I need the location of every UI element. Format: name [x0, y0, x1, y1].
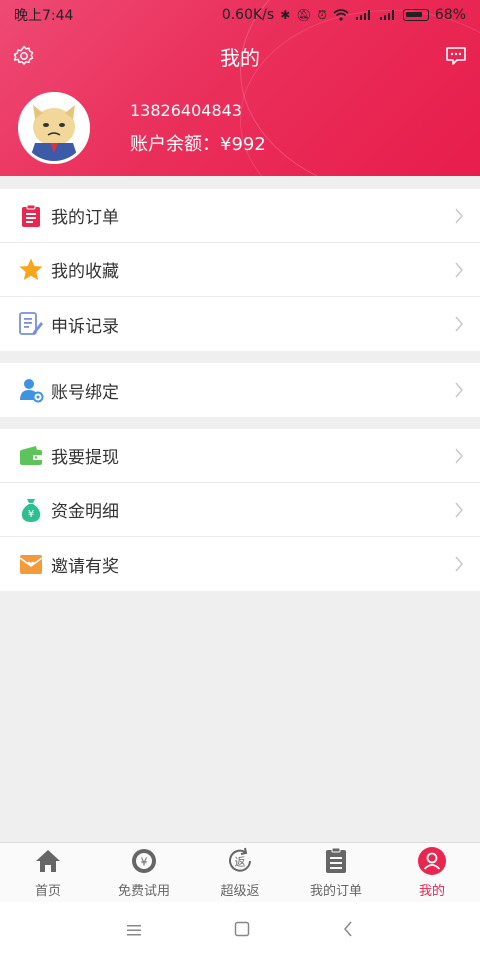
status-bar: 晚上7:44 0.60K/s ✱ 🔕︎ ⏰︎ 68% — [0, 0, 480, 30]
tab-label: 我的 — [418, 884, 445, 899]
back-button[interactable] — [342, 921, 354, 941]
user-phone: 13826404843 — [130, 101, 242, 120]
menu-item-appeals[interactable]: 申诉记录 — [0, 297, 480, 351]
battery-level: 68% — [434, 7, 466, 23]
tab-free-trial[interactable]: ¥ 免费试用 — [96, 843, 192, 902]
menu-button[interactable] — [126, 922, 142, 941]
return-icon: 返 — [225, 846, 255, 876]
system-nav-bar — [0, 902, 480, 960]
gear-icon — [13, 45, 34, 65]
alarm-icon: ⏰︎ — [317, 7, 327, 22]
top-nav: 我的 — [0, 36, 480, 76]
home-button[interactable] — [234, 921, 250, 941]
tab-super-return[interactable]: 返 超级返 — [192, 843, 288, 902]
menu-item-invite-rewards[interactable]: 邀请有奖 — [0, 537, 480, 591]
message-button[interactable] — [442, 42, 470, 70]
menu-item-label: 邀请有奖 — [51, 556, 119, 577]
menu-item-label: 我的收藏 — [51, 262, 119, 282]
yuan-cycle-icon: ¥ — [129, 846, 159, 876]
tab-mine[interactable]: 我的 — [384, 843, 480, 902]
svg-text:¥: ¥ — [28, 509, 34, 520]
menu-group-funds: 我要提现 ¥ 资金明细 邀请有奖 — [0, 429, 480, 591]
chevron-right-icon — [455, 502, 463, 518]
signal-icon — [379, 10, 394, 20]
menu-group-orders: 我的订单 我的收藏 申诉记录 — [0, 189, 480, 351]
status-time: 晚上7:44 — [14, 8, 74, 24]
page-title: 我的 — [220, 45, 260, 70]
person-icon — [417, 846, 447, 876]
svg-text:返: 返 — [235, 856, 246, 869]
menu-item-label: 我的订单 — [51, 208, 119, 228]
tab-home[interactable]: 首页 — [0, 843, 96, 902]
chevron-right-icon — [455, 382, 463, 398]
wallet-icon — [18, 443, 44, 469]
mute-icon: 🔕︎ — [296, 8, 312, 22]
profile-header: 晚上7:44 0.60K/s ✱ 🔕︎ ⏰︎ 68% 我的 1382640484… — [0, 0, 480, 176]
bottom-tab-bar: 首页 ¥ 免费试用 返 超级返 我的订单 我的 — [0, 842, 480, 902]
avatar-image — [21, 95, 87, 161]
svg-text:¥: ¥ — [141, 856, 148, 869]
chevron-right-icon — [455, 316, 463, 332]
clipboard-icon — [321, 846, 351, 876]
wifi-icon — [333, 9, 349, 21]
menu-group-account: 账号绑定 — [0, 363, 480, 417]
back-icon — [344, 921, 352, 937]
tab-label: 我的订单 — [309, 884, 362, 899]
menu-icon — [127, 924, 141, 935]
bluetooth-icon: ✱ — [280, 8, 291, 22]
menu-item-withdraw[interactable]: 我要提现 — [0, 429, 480, 483]
message-icon — [446, 47, 466, 65]
settings-button[interactable] — [10, 42, 38, 70]
square-icon — [234, 921, 250, 937]
network-speed: 0.60K/s — [221, 7, 275, 23]
tab-label: 超级返 — [220, 884, 260, 899]
menu-item-label: 申诉记录 — [51, 316, 119, 337]
money-bag-icon: ¥ — [18, 497, 44, 523]
envelope-heart-icon — [18, 551, 44, 577]
home-icon — [33, 846, 63, 876]
avatar[interactable] — [18, 92, 90, 164]
tab-label: 首页 — [34, 884, 61, 899]
menu-item-label: 账号绑定 — [51, 382, 119, 403]
menu-item-label: 我要提现 — [51, 448, 119, 468]
chevron-right-icon — [455, 262, 463, 278]
account-balance: 账户余额：¥992 — [130, 134, 266, 155]
menu-item-fund-details[interactable]: ¥ 资金明细 — [0, 483, 480, 537]
menu-item-favorites[interactable]: 我的收藏 — [0, 243, 480, 297]
signal-icon — [355, 10, 370, 20]
tab-my-orders[interactable]: 我的订单 — [288, 843, 384, 902]
tab-label: 免费试用 — [117, 884, 170, 899]
menu-item-label: 资金明细 — [51, 502, 119, 522]
edit-document-icon — [18, 311, 44, 337]
menu-item-my-orders[interactable]: 我的订单 — [0, 189, 480, 243]
chevron-right-icon — [455, 448, 463, 464]
star-icon — [18, 257, 44, 283]
chevron-right-icon — [455, 208, 463, 224]
menu-item-account-binding[interactable]: 账号绑定 — [0, 363, 480, 417]
clipboard-icon — [18, 203, 44, 229]
user-settings-icon — [18, 377, 44, 403]
chevron-right-icon — [455, 556, 463, 572]
battery-icon — [402, 9, 429, 21]
